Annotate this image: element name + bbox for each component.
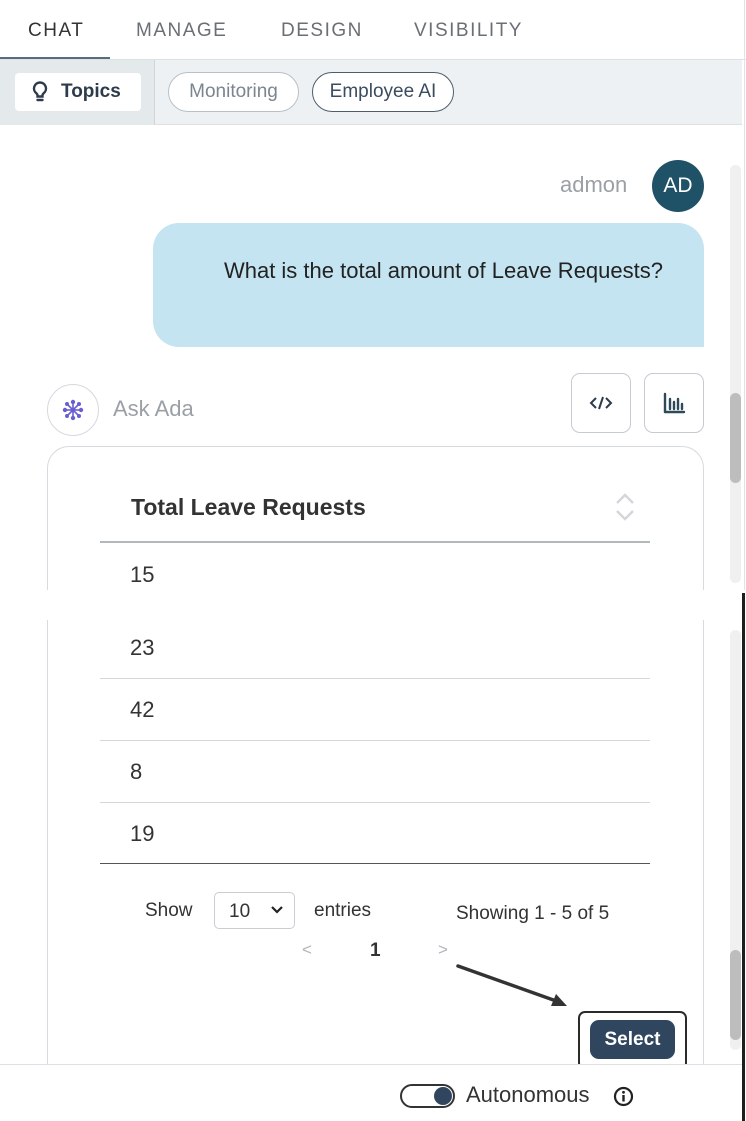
- column-header-total-leave-requests[interactable]: Total Leave Requests: [131, 494, 366, 521]
- page-size-value: 10: [229, 901, 251, 922]
- tab-visibility[interactable]: VISIBILITY: [414, 20, 523, 42]
- table-cell: 15: [130, 562, 155, 587]
- avatar: AD: [652, 160, 704, 212]
- assistant-avatar: [47, 384, 99, 436]
- lightbulb-icon: [32, 81, 48, 102]
- topic-toolbar: Topics Monitoring Employee AI: [0, 60, 742, 125]
- page-size-select[interactable]: 10: [214, 892, 295, 929]
- entries-label: entries: [314, 900, 372, 921]
- row-divider: [100, 802, 650, 803]
- info-icon[interactable]: [613, 1086, 634, 1107]
- capture-seam: [0, 590, 746, 620]
- active-tab-indicator: [0, 57, 110, 59]
- showing-count: Showing 1 - 5 of 5: [456, 903, 610, 924]
- tab-manage[interactable]: MANAGE: [136, 20, 227, 42]
- code-icon: [589, 396, 613, 410]
- window-edge-lower: [742, 593, 745, 1121]
- table-cell: 42: [130, 697, 155, 722]
- chevron-down-icon: [271, 906, 283, 914]
- scrollbar-thumb-lower[interactable]: [730, 950, 741, 1040]
- autonomous-toggle[interactable]: [400, 1084, 455, 1108]
- network-nodes-icon: [62, 399, 84, 421]
- employee-ai-chip[interactable]: Employee AI: [312, 72, 454, 112]
- current-page[interactable]: 1: [370, 940, 381, 962]
- user-message-bubble: What is the total amount of Leave Reques…: [153, 223, 704, 347]
- tab-chat[interactable]: CHAT: [28, 20, 84, 42]
- autonomous-label: Autonomous: [466, 1082, 590, 1107]
- topics-button[interactable]: Topics: [15, 73, 141, 111]
- select-button[interactable]: Select: [590, 1020, 675, 1059]
- table-bottom-border: [100, 863, 650, 864]
- top-tab-bar: CHAT MANAGE DESIGN VISIBILITY: [0, 0, 746, 60]
- window-edge-upper: [744, 0, 745, 590]
- assistant-label: Ask Ada: [113, 396, 194, 421]
- view-chart-button[interactable]: [644, 373, 704, 433]
- toggle-knob: [434, 1087, 452, 1105]
- row-divider: [100, 678, 650, 679]
- tab-design[interactable]: DESIGN: [281, 20, 363, 42]
- user-name: admon: [560, 172, 628, 197]
- view-code-button[interactable]: [571, 373, 631, 433]
- sort-icon[interactable]: [614, 492, 636, 522]
- table-cell: 19: [130, 821, 155, 846]
- table-cell: 23: [130, 635, 155, 660]
- scrollbar-thumb-upper[interactable]: [730, 393, 741, 483]
- table-cell: 8: [130, 759, 143, 784]
- next-page-button[interactable]: >: [438, 940, 448, 960]
- topics-section: Topics: [0, 60, 155, 125]
- header-divider: [100, 541, 650, 543]
- prev-page-button[interactable]: <: [302, 940, 312, 960]
- topics-label: Topics: [61, 81, 121, 102]
- monitoring-chip[interactable]: Monitoring: [168, 72, 299, 112]
- scrollbar-track-upper[interactable]: [730, 165, 741, 583]
- annotation-arrow: [456, 964, 567, 1006]
- bar-chart-icon: [663, 392, 686, 414]
- row-divider: [100, 740, 650, 741]
- show-label: Show: [145, 900, 193, 921]
